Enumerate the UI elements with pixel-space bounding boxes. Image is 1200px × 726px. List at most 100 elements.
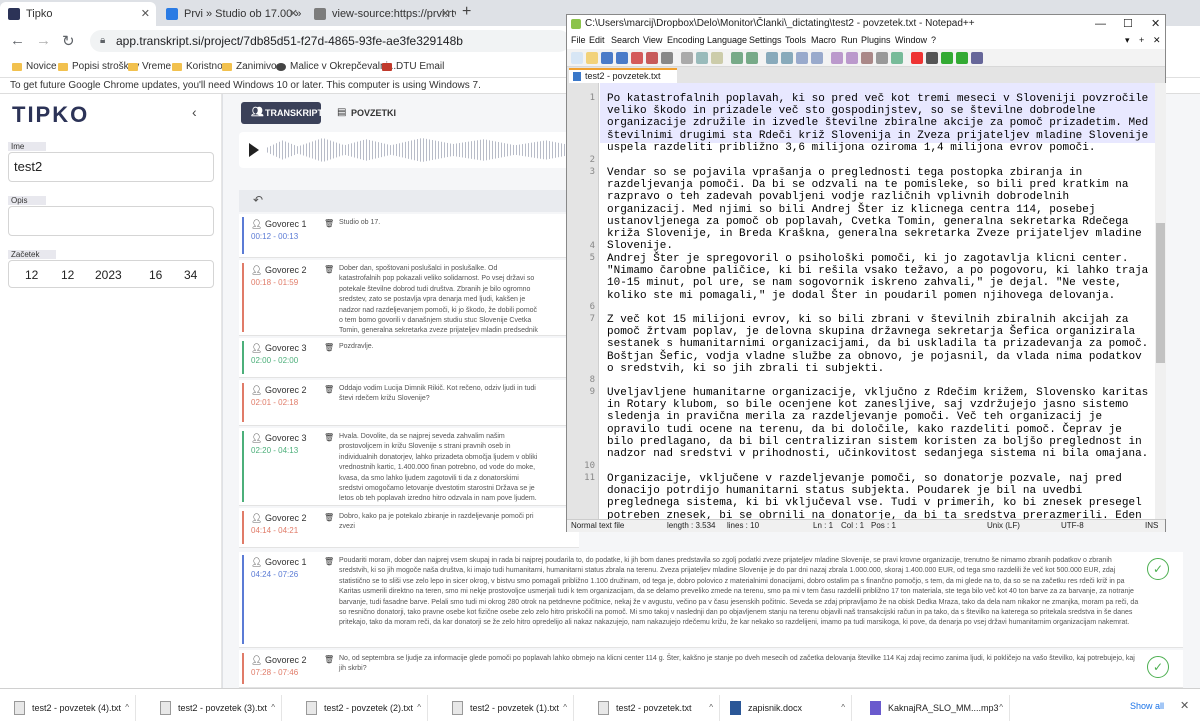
print-icon[interactable] bbox=[661, 52, 673, 64]
copy-icon[interactable] bbox=[696, 52, 708, 64]
download-item[interactable]: test2 - povzetek (1).txt ^ bbox=[442, 695, 574, 721]
editor-line[interactable]: Po katastrofalnih poplavah, ki so pred v… bbox=[607, 93, 1151, 154]
menu-view[interactable]: View bbox=[643, 35, 662, 45]
speaker-name[interactable]: 👤︎ Govorec 3 bbox=[251, 343, 306, 354]
download-item[interactable]: test2 - povzetek (2).txt ^ bbox=[296, 695, 428, 721]
segment-text[interactable]: No, od septembra se ljudje za informacij… bbox=[339, 654, 1143, 675]
record-macro-icon[interactable] bbox=[911, 52, 923, 64]
new-tab-button[interactable]: + bbox=[462, 3, 471, 21]
speaker-name[interactable]: 👤︎ Govorec 2 bbox=[251, 513, 306, 524]
segment-text[interactable]: Studio ob 17. bbox=[339, 218, 539, 228]
bookmark-item[interactable]: Novice bbox=[12, 59, 57, 75]
download-item[interactable]: test2 - povzetek.txt ^ bbox=[588, 695, 720, 721]
editor-line[interactable]: Vendar so se pojavila vprašanja o pregle… bbox=[607, 167, 1151, 252]
trash-icon[interactable]: 🗑︎ bbox=[324, 433, 334, 442]
editor-line[interactable]: Andrej Šter je spregovoril o psihološki … bbox=[607, 253, 1151, 302]
file-tab-test2-povzetek[interactable]: test2 - povzetek.txt bbox=[569, 68, 677, 83]
indent-guide-icon[interactable] bbox=[891, 52, 903, 64]
menu-dropdown-icon[interactable]: ▾ bbox=[1125, 35, 1130, 46]
editor-line[interactable]: Organizacije, vključene v razdeljevanje … bbox=[607, 473, 1151, 519]
menu-window[interactable]: Window bbox=[895, 35, 927, 45]
description-input[interactable] bbox=[8, 206, 214, 236]
time-hour[interactable]: 16 bbox=[149, 268, 162, 282]
menu-macro[interactable]: Macro bbox=[811, 35, 836, 45]
new-file-icon[interactable] bbox=[571, 52, 583, 64]
close-icon[interactable]: ✕ bbox=[141, 2, 150, 26]
menu-edit[interactable]: Edit bbox=[589, 35, 605, 45]
stop-macro-icon[interactable] bbox=[926, 52, 938, 64]
date-year[interactable]: 2023 bbox=[95, 268, 122, 282]
chevron-up-icon[interactable]: ^ bbox=[125, 695, 129, 721]
download-item[interactable]: test2 - povzetek (4).txt ^ bbox=[4, 695, 136, 721]
maximize-icon[interactable]: ☐ bbox=[1123, 15, 1133, 33]
play-icon[interactable] bbox=[249, 143, 259, 157]
trash-icon[interactable]: 🗑︎ bbox=[324, 265, 334, 274]
close-file-icon[interactable] bbox=[631, 52, 643, 64]
sync-v-icon[interactable] bbox=[831, 52, 843, 64]
zoom-in-icon[interactable] bbox=[796, 52, 808, 64]
browser-tab-prvi[interactable]: Prvi » Studio ob 17.00 » Kakšna je s... … bbox=[158, 2, 304, 26]
url-input[interactable]: 🔒︎ app.transkript.si/project/7db85d51-f2… bbox=[90, 30, 570, 52]
speaker-name[interactable]: 👤︎ Govorec 1 bbox=[251, 219, 306, 230]
menu-file[interactable]: File bbox=[571, 35, 586, 45]
save-macro-icon[interactable] bbox=[971, 52, 983, 64]
menu-language[interactable]: Language bbox=[707, 35, 747, 45]
menu-tools[interactable]: Tools bbox=[785, 35, 806, 45]
chevron-up-icon[interactable]: ^ bbox=[563, 695, 567, 721]
name-input[interactable]: test2 bbox=[8, 152, 214, 182]
redo-icon[interactable] bbox=[746, 52, 758, 64]
start-date-picker[interactable]: 12 12 2023 16 34 bbox=[8, 260, 214, 288]
segment-text[interactable]: Oddajo vodim Lucija Dimnik Rikič. Kot re… bbox=[339, 384, 539, 405]
segment-text[interactable]: Dober dan, spoštovani poslušalci in posl… bbox=[339, 264, 539, 335]
undo-icon[interactable]: ↶ bbox=[253, 193, 263, 207]
speaker-name[interactable]: 👤︎ Govorec 2 bbox=[251, 655, 306, 666]
download-item[interactable]: zapisnik.docx ^ bbox=[720, 695, 852, 721]
show-all-chars-icon[interactable] bbox=[876, 52, 888, 64]
chevron-up-icon[interactable]: ^ bbox=[709, 695, 713, 721]
undo-icon[interactable] bbox=[731, 52, 743, 64]
confirm-check-icon[interactable]: ✓ bbox=[1147, 656, 1169, 678]
trash-icon[interactable]: 🗑︎ bbox=[324, 655, 334, 664]
segment-text[interactable]: Dobro, kako pa je potekalo zbiranje in r… bbox=[339, 512, 539, 533]
menu-help[interactable]: ? bbox=[931, 35, 936, 45]
tab-summaries[interactable]: ▤ POVZETKI bbox=[327, 102, 407, 124]
trash-icon[interactable]: 🗑︎ bbox=[324, 513, 334, 522]
transcript-segment[interactable]: 👤︎ Govorec 3 02:00 - 02:00 🗑︎ Pozdravlje… bbox=[239, 338, 579, 378]
segment-text[interactable]: Poudariti moram, dober dan najprej vsem … bbox=[339, 556, 1143, 629]
menu-search[interactable]: Search bbox=[611, 35, 640, 45]
trash-icon[interactable]: 🗑︎ bbox=[324, 385, 334, 394]
chevron-up-icon[interactable]: ^ bbox=[841, 695, 845, 721]
bookmark-item[interactable]: DTU Email bbox=[382, 59, 444, 75]
download-item[interactable]: KaknajRA_SLO_MM....mp3 ^ bbox=[860, 695, 1010, 721]
close-icon[interactable]: ✕ bbox=[289, 2, 298, 26]
menu-close-icon[interactable]: ✕ bbox=[1153, 35, 1161, 46]
save-all-icon[interactable] bbox=[616, 52, 628, 64]
transcript-segment[interactable]: 👤︎ Govorec 3 02:20 - 04:13 🗑︎ Hvala. Dov… bbox=[239, 428, 579, 506]
trash-icon[interactable]: 🗑︎ bbox=[324, 219, 334, 228]
bookmark-item[interactable]: Vreme bbox=[128, 59, 171, 75]
browser-tab-tipko[interactable]: Tipko ✕ bbox=[0, 2, 156, 26]
transcript-segment[interactable]: 👤︎ Govorec 1 00:12 - 00:13 🗑︎ Studio ob … bbox=[239, 214, 579, 258]
editor-scrollbar[interactable] bbox=[1155, 83, 1166, 519]
audio-waveform[interactable] bbox=[267, 138, 577, 162]
chevron-up-icon[interactable]: ^ bbox=[417, 695, 421, 721]
reload-icon[interactable]: ↻ bbox=[62, 32, 75, 50]
confirm-check-icon[interactable]: ✓ bbox=[1147, 558, 1169, 580]
date-month[interactable]: 12 bbox=[61, 268, 74, 282]
cut-icon[interactable] bbox=[681, 52, 693, 64]
bookmark-item[interactable]: Koristno bbox=[172, 59, 223, 75]
word-wrap-icon[interactable] bbox=[861, 52, 873, 64]
trash-icon[interactable]: 🗑︎ bbox=[324, 557, 334, 566]
save-icon[interactable] bbox=[601, 52, 613, 64]
speaker-name[interactable]: 👤︎ Govorec 1 bbox=[251, 557, 306, 568]
menu-settings[interactable]: Settings bbox=[749, 35, 782, 45]
notepad-title-bar[interactable]: C:\Users\marcij\Dropbox\Delo\Monitor\Čla… bbox=[567, 15, 1165, 33]
chevron-left-icon[interactable]: ‹ bbox=[192, 104, 197, 120]
transcript-segment[interactable]: 👤︎ Govorec 2 02:01 - 02:18 🗑︎ Oddajo vod… bbox=[239, 380, 579, 426]
browser-tab-view-source[interactable]: view-source:https://prvi.rtvslo.si ✕ bbox=[306, 2, 456, 26]
close-icon[interactable]: ✕ bbox=[1180, 699, 1189, 712]
scrollbar-thumb[interactable] bbox=[1156, 223, 1165, 363]
back-arrow-icon[interactable]: ← bbox=[10, 32, 25, 49]
time-minute[interactable]: 34 bbox=[184, 268, 197, 282]
close-all-icon[interactable] bbox=[646, 52, 658, 64]
